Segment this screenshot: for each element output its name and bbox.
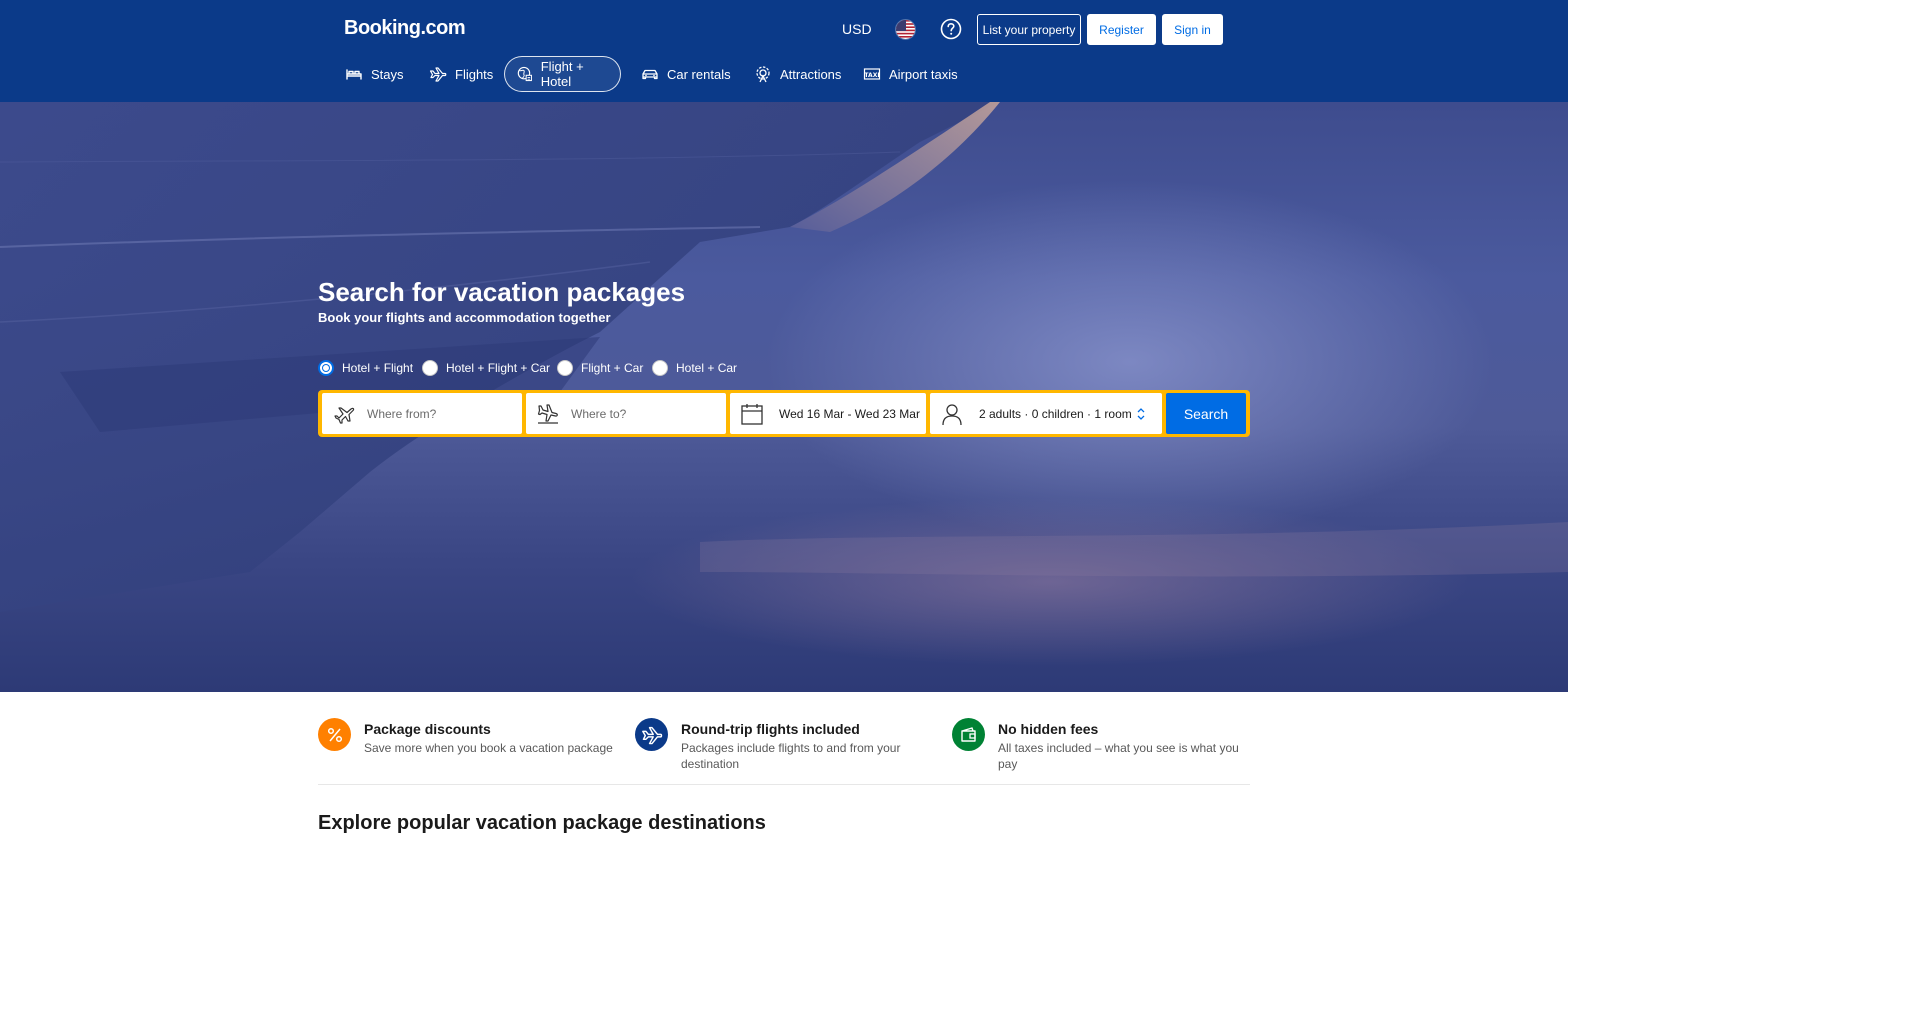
globe-icon	[517, 66, 532, 82]
radio-hotel-flight-car[interactable]: Hotel + Flight + Car	[422, 360, 550, 376]
takeoff-icon	[334, 407, 355, 424]
search-bar: Where from? Where to? Wed 16 Mar - Wed 2…	[318, 390, 1250, 437]
origin-placeholder: Where from?	[367, 407, 437, 421]
radio-button[interactable]	[652, 360, 668, 376]
nav-airport-taxis-label: Airport taxis	[889, 66, 958, 82]
chevron-updown-icon	[1137, 408, 1145, 420]
nav-stays[interactable]: Stays	[332, 56, 417, 92]
help-icon[interactable]	[940, 18, 962, 40]
radio-button[interactable]	[557, 360, 573, 376]
radio-hotel-car[interactable]: Hotel + Car	[652, 360, 737, 376]
svg-text:TAXI: TAXI	[864, 72, 879, 79]
plane-icon	[635, 718, 668, 751]
register-button[interactable]: Register	[1087, 14, 1156, 45]
radio-flight-car[interactable]: Flight + Car	[557, 360, 643, 376]
date-range-value: Wed 16 Mar - Wed 23 Mar	[779, 407, 920, 421]
occupancy-selector[interactable]: 2 adults · 0 children · 1 room	[930, 393, 1162, 434]
radio-button[interactable]	[318, 360, 334, 376]
taxi-icon: TAXI	[863, 68, 881, 80]
radio-label: Hotel + Flight + Car	[446, 361, 551, 375]
nav-car-rentals[interactable]: Car rentals	[628, 56, 744, 92]
feature-description: All taxes included – what you see is wha…	[998, 741, 1239, 771]
radio-label: Hotel + Car	[676, 361, 738, 375]
us-flag-icon[interactable]	[895, 19, 916, 40]
date-picker[interactable]: Wed 16 Mar - Wed 23 Mar	[730, 393, 926, 434]
nav-flights-label: Flights	[455, 66, 494, 82]
top-header: Booking.com USD List your property Regis…	[0, 0, 1568, 102]
attractions-icon	[756, 66, 770, 83]
nav-attractions-label: Attractions	[780, 66, 842, 82]
section-title: Explore popular vacation package destina…	[318, 812, 766, 834]
landing-icon	[537, 404, 558, 424]
nav-attractions[interactable]: Attractions	[741, 56, 854, 92]
radio-hotel-flight[interactable]: Hotel + Flight	[318, 360, 413, 376]
radio-button[interactable]	[422, 360, 438, 376]
feature-description: Packages include flights to and from you…	[681, 741, 901, 771]
page-subtitle: Book your flights and accommodation toge…	[318, 310, 611, 325]
radio-label: Flight + Car	[581, 361, 644, 375]
destination-input[interactable]: Where to?	[526, 393, 726, 434]
wallet-icon	[952, 718, 985, 751]
destination-placeholder: Where to?	[571, 407, 627, 421]
feature-title: Round-trip flights included	[681, 721, 860, 737]
section-divider	[318, 784, 1250, 785]
nav-car-rentals-label: Car rentals	[667, 66, 731, 82]
nav-stays-label: Stays	[371, 66, 404, 82]
feature-description: Save more when you book a vacation packa…	[364, 741, 613, 755]
nav-flight-hotel-label: Flight + Hotel	[540, 59, 584, 89]
car-icon	[642, 69, 658, 80]
nav-flights[interactable]: Flights	[416, 56, 506, 92]
currency-selector[interactable]: USD	[842, 21, 872, 37]
bed-icon	[346, 69, 362, 80]
nav-airport-taxis[interactable]: TAXI Airport taxis	[850, 56, 971, 92]
origin-input[interactable]: Where from?	[322, 393, 522, 434]
sign-in-button[interactable]: Sign in	[1162, 14, 1223, 45]
search-button[interactable]: Search	[1166, 393, 1246, 434]
hero-banner: Search for vacation packages Book your f…	[0, 102, 1568, 692]
feature-title: Package discounts	[364, 721, 491, 737]
percent-icon	[318, 718, 351, 751]
person-icon	[942, 404, 962, 426]
radio-label: Hotel + Flight	[342, 361, 414, 375]
nav-flight-hotel[interactable]: Flight + Hotel	[504, 56, 621, 92]
page-title: Search for vacation packages	[318, 277, 686, 307]
plane-icon	[429, 67, 447, 82]
booking-logo[interactable]: Booking.com	[344, 17, 466, 40]
list-property-button[interactable]: List your property	[977, 14, 1081, 45]
occupancy-value: 2 adults · 0 children · 1 room	[979, 407, 1132, 421]
feature-title: No hidden fees	[998, 721, 1099, 737]
calendar-icon	[741, 404, 763, 425]
